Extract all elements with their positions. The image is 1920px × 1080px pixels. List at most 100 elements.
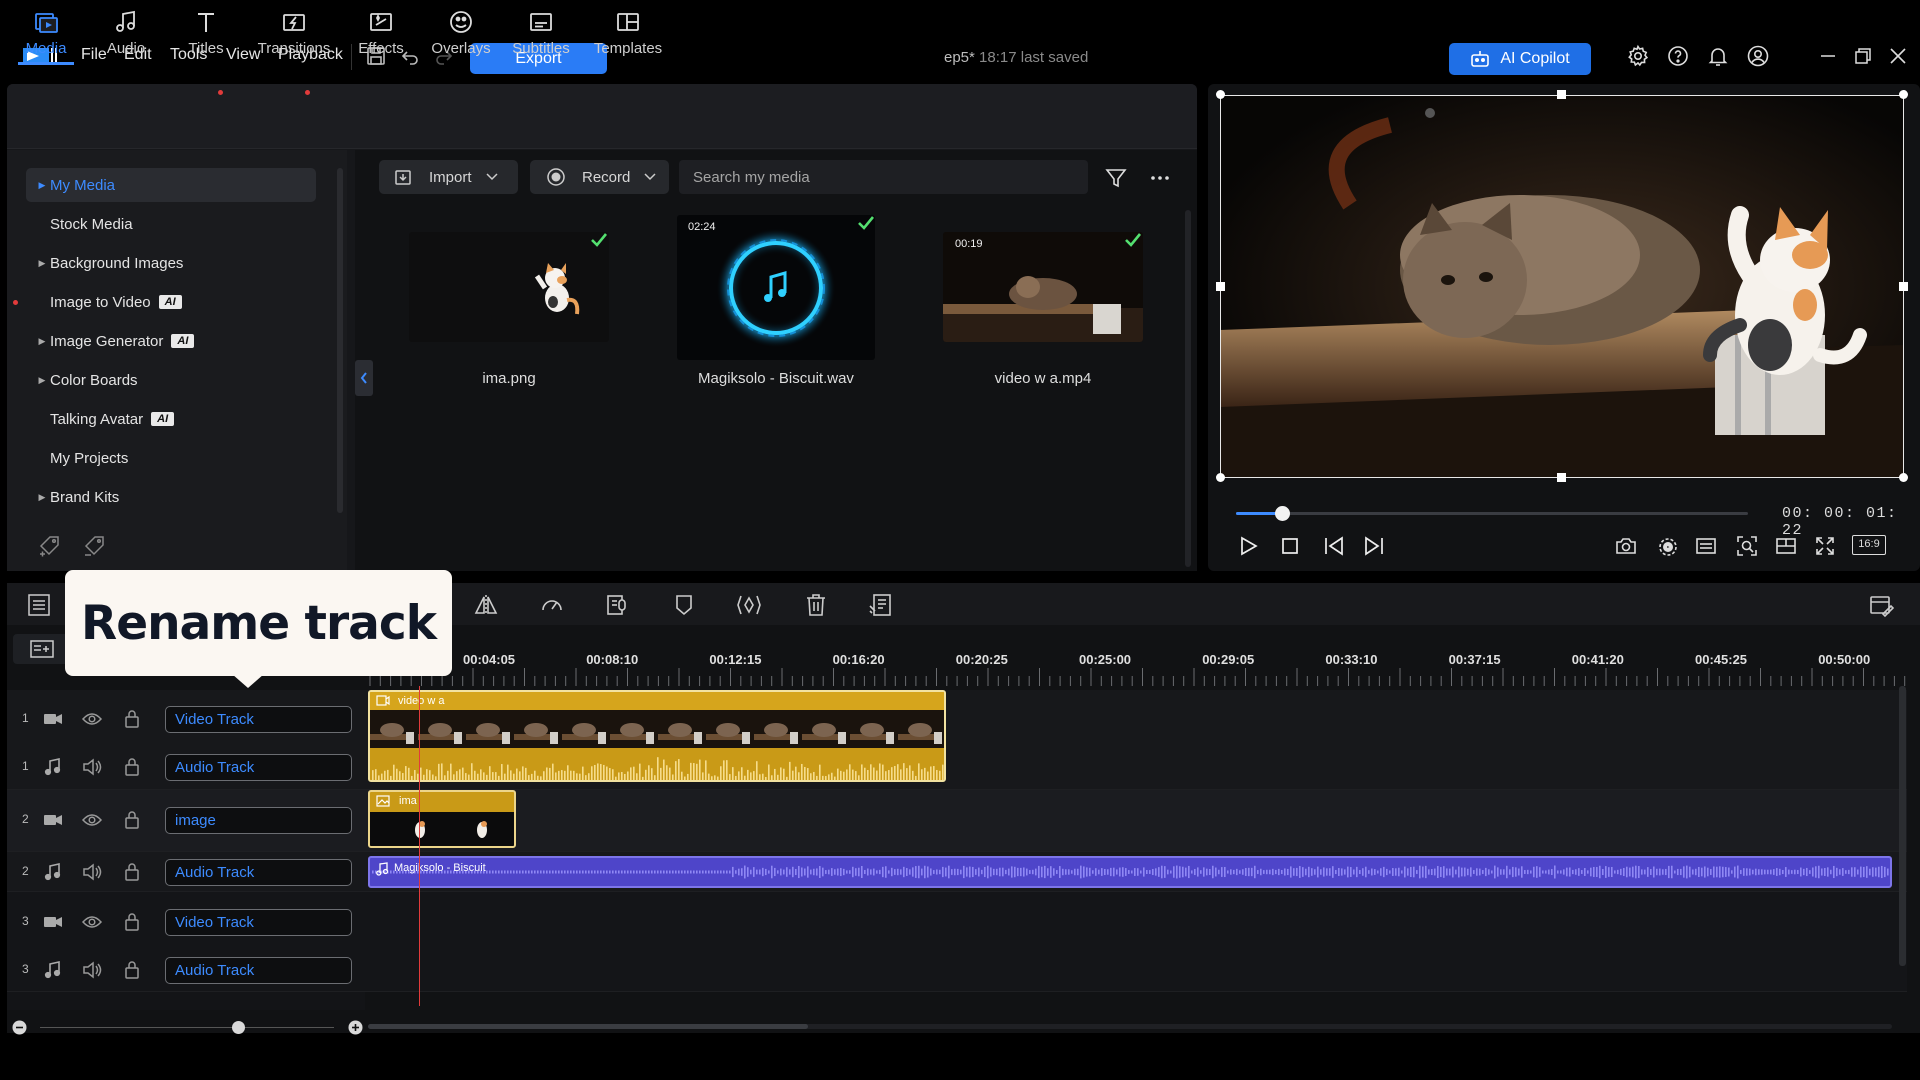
- notification-bell-icon[interactable]: [1706, 44, 1730, 68]
- track-name-field[interactable]: image: [165, 807, 352, 834]
- music-note-icon: [42, 960, 64, 980]
- timeline-horizontal-scrollbar[interactable]: [368, 1024, 1892, 1029]
- add-track-button[interactable]: [13, 634, 73, 664]
- video-clip[interactable]: video w a: [368, 690, 946, 782]
- tab-transitions[interactable]: Transitions: [250, 8, 338, 65]
- visibility-eye-icon[interactable]: [81, 810, 103, 830]
- tree-item-color-boards[interactable]: ▶ Color Boards: [26, 363, 316, 397]
- playback-progress-bar[interactable]: [1236, 512, 1748, 515]
- tree-item-image-to-video[interactable]: Image to Video AI: [26, 285, 316, 319]
- tree-item-my-media[interactable]: ▶ My Media: [26, 168, 316, 202]
- record-button[interactable]: Record: [530, 160, 669, 194]
- track-name-field[interactable]: Audio Track: [165, 754, 352, 781]
- media-scrollbar[interactable]: [1185, 210, 1191, 567]
- stop-icon[interactable]: [1278, 534, 1302, 558]
- zoom-out-icon[interactable]: [12, 1020, 27, 1035]
- collapse-panel-button[interactable]: [355, 360, 373, 396]
- lock-icon[interactable]: [122, 810, 142, 830]
- account-icon[interactable]: [1746, 44, 1770, 68]
- zoom-preview-icon[interactable]: [1735, 534, 1759, 558]
- import-icon: [393, 167, 413, 187]
- tab-titles[interactable]: Titles: [172, 8, 240, 65]
- more-options-icon[interactable]: [1148, 166, 1172, 190]
- zoom-slider-knob[interactable]: [232, 1021, 245, 1034]
- resize-handle[interactable]: [1557, 473, 1566, 482]
- render-preview-icon[interactable]: [1656, 534, 1680, 558]
- filter-icon[interactable]: [1104, 166, 1128, 190]
- edit-tag-icon[interactable]: [82, 532, 108, 558]
- tab-audio[interactable]: Audio: [92, 8, 160, 65]
- subtitle-edit-icon[interactable]: [868, 592, 894, 618]
- tree-item-image-generator[interactable]: ▶ Image Generator AI: [26, 324, 316, 358]
- fullscreen-icon[interactable]: [1813, 534, 1837, 558]
- flip-icon[interactable]: [473, 592, 499, 618]
- track-name-field[interactable]: Audio Track: [165, 957, 352, 984]
- track-name-field[interactable]: Video Track: [165, 909, 352, 936]
- zoom-in-icon[interactable]: [348, 1020, 363, 1035]
- safe-zone-grid-icon[interactable]: [1774, 534, 1798, 558]
- help-icon[interactable]: [1666, 44, 1690, 68]
- resize-handle[interactable]: [1899, 473, 1908, 482]
- lock-icon[interactable]: [122, 960, 142, 980]
- play-icon[interactable]: [1236, 534, 1260, 558]
- lock-icon[interactable]: [122, 912, 142, 932]
- minimize-icon[interactable]: [1816, 44, 1840, 68]
- lock-icon[interactable]: [122, 709, 142, 729]
- scrollbar-thumb[interactable]: [368, 1024, 808, 1029]
- track-manager-icon[interactable]: [26, 592, 52, 618]
- image-clip[interactable]: ima: [368, 790, 516, 848]
- visibility-eye-icon[interactable]: [81, 912, 103, 932]
- lock-icon[interactable]: [122, 757, 142, 777]
- track-name-field[interactable]: Audio Track: [165, 859, 352, 886]
- marker-icon[interactable]: [671, 592, 697, 618]
- keyframe-icon[interactable]: [736, 592, 762, 618]
- close-icon[interactable]: [1886, 44, 1910, 68]
- resize-handle[interactable]: [1557, 90, 1566, 99]
- zoom-slider[interactable]: [40, 1027, 334, 1028]
- tab-templates[interactable]: Templates: [586, 8, 670, 65]
- speed-gauge-icon[interactable]: [539, 592, 565, 618]
- tree-scrollbar[interactable]: [337, 168, 343, 513]
- track-name-field[interactable]: Video Track: [165, 706, 352, 733]
- delete-trash-icon[interactable]: [803, 592, 829, 618]
- speaker-volume-icon[interactable]: [81, 862, 103, 882]
- search-media-input[interactable]: [679, 160, 1088, 194]
- tab-subtitles[interactable]: Subtitles: [506, 8, 576, 65]
- tab-media[interactable]: Media: [12, 8, 80, 65]
- timeline-settings-icon[interactable]: [1868, 592, 1894, 618]
- media-thumbnail-audio[interactable]: [677, 215, 875, 360]
- restore-window-icon[interactable]: [1851, 44, 1875, 68]
- snapshot-camera-icon[interactable]: [1614, 534, 1638, 558]
- tree-item-my-projects[interactable]: My Projects: [26, 441, 316, 475]
- import-button[interactable]: Import: [379, 160, 518, 194]
- resize-handle[interactable]: [1216, 473, 1225, 482]
- timeline-playhead[interactable]: [419, 686, 420, 1006]
- playhead-knob[interactable]: [1275, 506, 1291, 521]
- next-frame-icon[interactable]: [1362, 534, 1386, 558]
- lock-icon[interactable]: [122, 862, 142, 882]
- tree-item-brand-kits[interactable]: ▶ Brand Kits: [26, 480, 316, 514]
- music-clip[interactable]: Magiksolo - Biscuit: [368, 856, 1892, 888]
- tab-overlays[interactable]: Overlays: [426, 8, 496, 65]
- tree-item-stock-media[interactable]: Stock Media: [26, 207, 316, 241]
- resize-handle[interactable]: [1216, 282, 1225, 291]
- preview-quality-icon[interactable]: [1694, 534, 1718, 558]
- timeline-vertical-scrollbar[interactable]: [1899, 686, 1906, 966]
- media-thumbnail-image[interactable]: [409, 232, 609, 342]
- ai-copilot-button[interactable]: AI Copilot: [1449, 43, 1591, 75]
- tab-effects[interactable]: Effects: [348, 8, 414, 65]
- ruler-tick-label: 00:29:05: [1202, 652, 1255, 667]
- resize-handle[interactable]: [1899, 90, 1908, 99]
- add-tag-icon[interactable]: [37, 532, 63, 558]
- speaker-volume-icon[interactable]: [81, 757, 103, 777]
- previous-frame-icon[interactable]: [1322, 534, 1346, 558]
- tree-item-background-images[interactable]: ▶ Background Images: [26, 246, 316, 280]
- voiceover-icon[interactable]: [604, 592, 630, 618]
- speaker-volume-icon[interactable]: [81, 960, 103, 980]
- aspect-ratio-button[interactable]: 16:9: [1852, 535, 1886, 555]
- tree-item-talking-avatar[interactable]: Talking Avatar AI: [26, 402, 316, 436]
- visibility-eye-icon[interactable]: [81, 709, 103, 729]
- resize-handle[interactable]: [1899, 282, 1908, 291]
- resize-handle[interactable]: [1216, 90, 1225, 99]
- settings-gear-icon[interactable]: [1626, 44, 1650, 68]
